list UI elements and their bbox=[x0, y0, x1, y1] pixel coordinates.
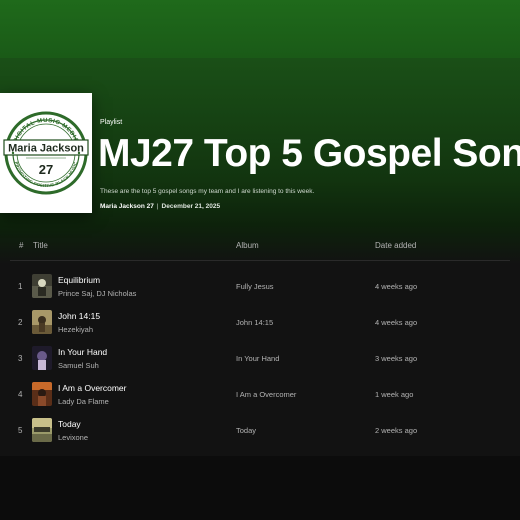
album-art bbox=[32, 418, 52, 442]
track-table-header: # Title Album Date added bbox=[0, 236, 520, 256]
track-date-added: 1 week ago bbox=[375, 390, 414, 399]
header-number: # bbox=[19, 241, 24, 250]
track-album[interactable]: Today bbox=[236, 426, 256, 435]
cover-logo: DIGITAL MUSIC MEDIA PROMOTING POSITIVE B… bbox=[0, 93, 92, 213]
header-album[interactable]: Album bbox=[236, 241, 259, 250]
playlist-description: These are the top 5 gospel songs my team… bbox=[100, 188, 315, 195]
header-title[interactable]: Title bbox=[33, 241, 48, 250]
playlist-meta: Maria Jackson 27 | December 21, 2025 bbox=[100, 203, 220, 210]
cover-number: 27 bbox=[39, 162, 53, 177]
track-row[interactable]: 5 Today Levixone Today 2 weeks ago bbox=[0, 412, 520, 448]
track-album[interactable]: I Am a Overcomer bbox=[236, 390, 296, 399]
album-art bbox=[32, 310, 52, 334]
track-title[interactable]: In Your Hand bbox=[58, 347, 107, 357]
playlist-cover[interactable]: DIGITAL MUSIC MEDIA PROMOTING POSITIVE B… bbox=[0, 93, 92, 213]
track-album[interactable]: In Your Hand bbox=[236, 354, 279, 363]
header-gradient bbox=[0, 0, 520, 58]
track-date-added: 2 weeks ago bbox=[375, 426, 418, 435]
track-list: 1 Equilibrium Prince Saj, DJ Nicholas Fu… bbox=[0, 268, 520, 448]
playlist-type-label: Playlist bbox=[100, 119, 123, 126]
bottom-area bbox=[0, 456, 520, 520]
owner-link[interactable]: Maria Jackson 27 bbox=[100, 203, 154, 210]
track-date-added: 4 weeks ago bbox=[375, 318, 418, 327]
album-art bbox=[32, 274, 52, 298]
track-number: 4 bbox=[18, 390, 23, 399]
track-artist[interactable]: Prince Saj, DJ Nicholas bbox=[58, 289, 136, 298]
album-art bbox=[32, 346, 52, 370]
track-number: 3 bbox=[18, 354, 23, 363]
track-row[interactable]: 2 John 14:15 Hezekiyah John 14:15 4 week… bbox=[0, 304, 520, 340]
track-date-added: 4 weeks ago bbox=[375, 282, 418, 291]
track-artist[interactable]: Hezekiyah bbox=[58, 325, 93, 334]
track-number: 5 bbox=[18, 426, 23, 435]
track-title[interactable]: I Am a Overcomer bbox=[58, 383, 127, 393]
track-row[interactable]: 3 In Your Hand Samuel Suh In Your Hand 3… bbox=[0, 340, 520, 376]
track-row[interactable]: 4 I Am a Overcomer Lady Da Flame I Am a … bbox=[0, 376, 520, 412]
track-title[interactable]: Equilibrium bbox=[58, 275, 100, 285]
meta-separator: | bbox=[156, 203, 159, 210]
header-date-added[interactable]: Date added bbox=[375, 241, 416, 250]
track-number: 2 bbox=[18, 318, 23, 327]
playlist-date: December 21, 2025 bbox=[161, 203, 221, 210]
header-divider bbox=[10, 260, 510, 261]
track-title[interactable]: John 14:15 bbox=[58, 311, 100, 321]
track-title[interactable]: Today bbox=[58, 419, 81, 429]
track-artist[interactable]: Lady Da Flame bbox=[58, 397, 109, 406]
track-artist[interactable]: Samuel Suh bbox=[58, 361, 99, 370]
playlist-title: MJ27 Top 5 Gospel Songs bbox=[98, 132, 520, 175]
track-date-added: 3 weeks ago bbox=[375, 354, 418, 363]
track-album[interactable]: John 14:15 bbox=[236, 318, 273, 327]
album-art bbox=[32, 382, 52, 406]
playlist-page: DIGITAL MUSIC MEDIA PROMOTING POSITIVE B… bbox=[0, 0, 520, 520]
track-artist[interactable]: Levixone bbox=[58, 433, 88, 442]
track-row[interactable]: 1 Equilibrium Prince Saj, DJ Nicholas Fu… bbox=[0, 268, 520, 304]
track-number: 1 bbox=[18, 282, 23, 291]
track-album[interactable]: Fully Jesus bbox=[236, 282, 274, 291]
cover-name: Maria Jackson bbox=[8, 143, 84, 155]
